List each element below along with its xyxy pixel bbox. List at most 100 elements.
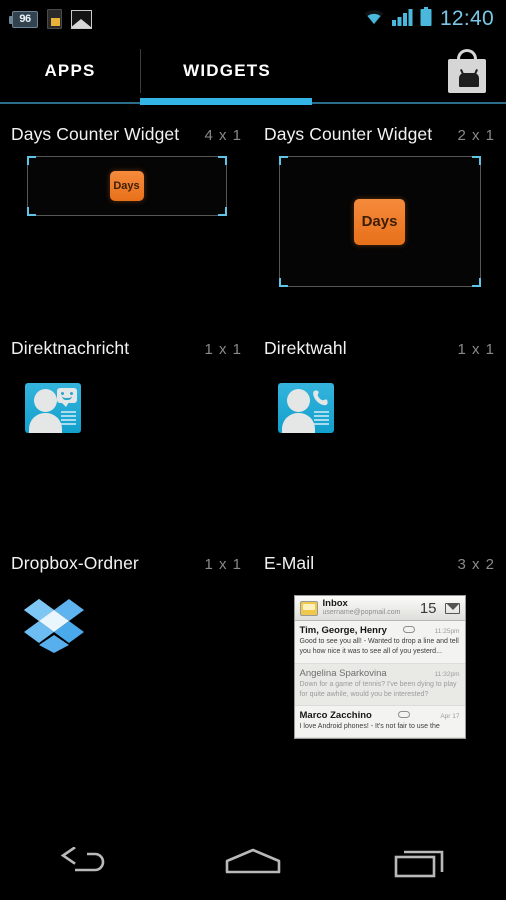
widget-cell-dropbox-ordner[interactable]: Dropbox-Ordner 1 x 1 xyxy=(0,541,253,760)
widget-preview[interactable]: Days xyxy=(264,156,495,326)
widget-name: Days Counter Widget xyxy=(264,124,433,144)
widget-name: Direktwahl xyxy=(264,338,347,358)
status-bar: 96 12:40 xyxy=(0,0,506,38)
email-sender: Angelina Sparkovina xyxy=(299,667,387,679)
contact-message-icon xyxy=(25,383,81,433)
sim-card-icon xyxy=(47,9,62,29)
widget-cell-days-counter-2x1[interactable]: Days Counter Widget 2 x 1 Days xyxy=(253,112,506,326)
frame-corner-br xyxy=(471,278,481,287)
status-bar-clock: 12:40 xyxy=(439,7,494,30)
email-snippet: I love Android phones! - It's not fair t… xyxy=(299,722,440,730)
status-bar-right: 12:40 xyxy=(362,7,506,31)
email-item-top: Tim, George, Henry 11:25pm xyxy=(300,625,460,636)
widget-name: Direktnachricht xyxy=(11,338,130,358)
phone-handset-icon xyxy=(311,388,331,408)
card-lines xyxy=(61,411,76,427)
email-item-top: Angelina Sparkovina 11:32pm xyxy=(300,668,460,679)
status-bar-left: 96 xyxy=(0,9,92,29)
person-head xyxy=(34,389,57,412)
widget-row: Direktnachricht 1 x 1 Direktwahl 1 x 1 xyxy=(0,326,506,541)
email-account-address: username@popmail.com xyxy=(322,609,401,617)
envelope-icon xyxy=(444,602,460,614)
contact-call-icon xyxy=(278,383,334,433)
email-header: Inbox username@popmail.com 15 xyxy=(294,596,465,622)
bubble-eye-left xyxy=(61,392,64,395)
person-head xyxy=(287,389,310,412)
email-unread-count: 15 xyxy=(419,599,437,617)
email-snippet: Good to see you all! - Wanted to drop a … xyxy=(299,638,459,656)
widget-row: Days Counter Widget 4 x 1 Days Days Coun… xyxy=(0,112,506,326)
attachment-icon xyxy=(398,710,411,718)
person-body xyxy=(29,413,62,433)
widget-name: Days Counter Widget xyxy=(11,124,180,144)
widget-header: E-Mail 3 x 2 xyxy=(264,541,495,585)
widget-size: 2 x 1 xyxy=(457,127,495,144)
widget-header: Days Counter Widget 4 x 1 xyxy=(11,112,242,156)
widget-name: E-Mail xyxy=(264,553,315,573)
email-list-item: Angelina Sparkovina 11:32pm Down for a g… xyxy=(294,663,465,706)
email-sender: Marco Zacchino xyxy=(299,709,372,721)
frame-corner-tl xyxy=(26,156,36,165)
widget-preview[interactable] xyxy=(264,370,495,541)
person-body xyxy=(282,413,315,433)
tab-selected-indicator xyxy=(140,98,312,105)
email-list-item: Marco Zacchino Apr 17 I love Android pho… xyxy=(294,706,465,738)
widget-name: Dropbox-Ordner xyxy=(11,553,139,573)
navigation-bar xyxy=(0,828,506,900)
nav-back-button[interactable] xyxy=(29,828,139,900)
widget-header: Days Counter Widget 2 x 1 xyxy=(264,112,495,156)
frame-corner-br xyxy=(217,207,227,216)
home-icon xyxy=(224,847,282,882)
widget-cell-days-counter-4x1[interactable]: Days Counter Widget 4 x 1 Days xyxy=(0,112,253,326)
tab-apps[interactable]: APPS xyxy=(0,38,140,104)
email-sender: Tim, George, Henry xyxy=(299,625,387,637)
widget-size: 4 x 1 xyxy=(204,127,242,144)
card-lines xyxy=(314,411,329,427)
widget-cell-email[interactable]: E-Mail 3 x 2 Inbox username@popmail.com … xyxy=(253,541,506,760)
tab-bar: APPS WIDGETS xyxy=(0,38,506,104)
email-item-top: Marco Zacchino Apr 17 xyxy=(300,710,460,721)
email-time: Apr 17 xyxy=(440,712,460,720)
frame-corner-bl xyxy=(278,278,288,287)
back-arrow-icon xyxy=(57,845,111,882)
email-time: 11:25pm xyxy=(434,628,460,636)
widget-preview-frame: Days xyxy=(26,156,227,216)
bag-body xyxy=(448,59,486,93)
email-account-block: Inbox username@popmail.com xyxy=(323,599,401,616)
frame-corner-tl xyxy=(278,156,288,165)
widget-preview[interactable]: Inbox username@popmail.com 15 Tim, Georg… xyxy=(264,585,495,760)
play-store-bag-icon[interactable] xyxy=(446,49,488,93)
widget-row: Dropbox-Ordner 1 x 1 E-Mail 3 x 2 Inbox … xyxy=(0,541,506,760)
email-list-item: Tim, George, Henry 11:25pm Good to see y… xyxy=(294,621,465,664)
email-widget-preview: Inbox username@popmail.com 15 Tim, Georg… xyxy=(293,595,466,739)
widget-preview[interactable]: Days xyxy=(11,156,242,326)
widget-preview[interactable] xyxy=(11,585,242,760)
message-bubble-icon xyxy=(57,388,77,407)
battery-percent-badge: 96 xyxy=(9,10,38,28)
widget-preview-frame: Days xyxy=(278,156,481,287)
widget-size: 3 x 2 xyxy=(457,556,495,573)
widget-grid: Days Counter Widget 4 x 1 Days Days Coun… xyxy=(0,112,506,760)
battery-icon xyxy=(420,7,432,31)
nav-home-button[interactable] xyxy=(198,828,308,900)
widget-cell-direktwahl[interactable]: Direktwahl 1 x 1 xyxy=(253,326,506,541)
frame-corner-tr xyxy=(471,156,481,165)
widget-header: Dropbox-Ordner 1 x 1 xyxy=(11,541,242,585)
widget-size: 1 x 1 xyxy=(204,341,242,358)
widget-preview[interactable] xyxy=(11,370,242,541)
folder-icon xyxy=(299,600,318,616)
picture-icon xyxy=(71,9,92,29)
email-snippet: Down for a game of tennis? I've been dyi… xyxy=(299,680,457,698)
email-folder-label: Inbox xyxy=(322,599,348,610)
tab-widgets[interactable]: WIDGETS xyxy=(141,38,313,104)
widget-size: 1 x 1 xyxy=(204,556,242,573)
widget-cell-direktnachricht[interactable]: Direktnachricht 1 x 1 xyxy=(0,326,253,541)
signal-icon xyxy=(391,8,414,31)
wifi-icon xyxy=(362,8,386,31)
nav-recents-button[interactable] xyxy=(367,828,477,900)
recent-apps-icon xyxy=(394,846,450,883)
frame-corner-bl xyxy=(26,207,36,216)
widget-size: 1 x 1 xyxy=(457,341,495,358)
android-robot-icon xyxy=(459,73,479,87)
widget-header: Direktnachricht 1 x 1 xyxy=(11,326,242,370)
